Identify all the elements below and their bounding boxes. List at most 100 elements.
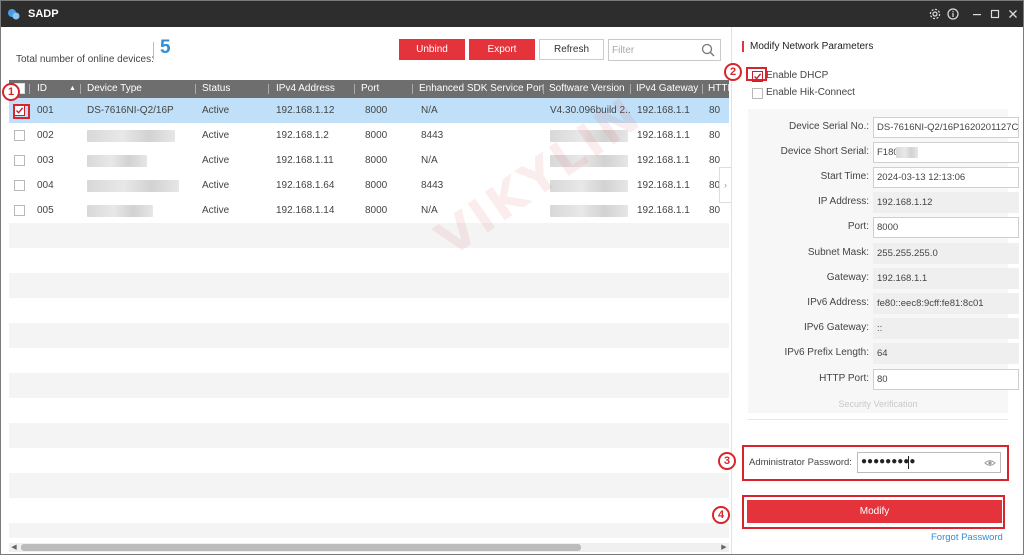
device-table-header: ID ▲ Device Type Status IPv4 Address Por… bbox=[9, 80, 729, 98]
header-separator bbox=[702, 84, 703, 94]
row-checkbox[interactable] bbox=[14, 130, 25, 141]
header-separator bbox=[412, 84, 413, 94]
col-header-ipv4-gateway[interactable]: IPv4 Gateway bbox=[636, 80, 702, 98]
redacted-device-type bbox=[87, 205, 153, 217]
modify-button[interactable]: Modify bbox=[747, 500, 1002, 523]
table-row[interactable]: 004 Active 192.168.1.64 8000 8443 192.16… bbox=[9, 173, 729, 198]
col-header-http[interactable]: HTTP bbox=[708, 80, 729, 98]
empty-row bbox=[9, 373, 729, 398]
export-devices-button[interactable]: Export Devic... bbox=[469, 39, 535, 74]
minimize-icon[interactable] bbox=[969, 6, 985, 22]
header-separator bbox=[630, 84, 631, 94]
title-bar: SADP bbox=[1, 1, 1023, 27]
header-separator bbox=[268, 84, 269, 94]
enable-dhcp-checkbox[interactable] bbox=[752, 71, 763, 82]
close-icon[interactable] bbox=[1005, 6, 1021, 22]
col-header-port[interactable]: Port bbox=[361, 80, 411, 98]
search-icon[interactable] bbox=[701, 43, 715, 57]
collapse-panel-chevron-icon[interactable]: › bbox=[719, 167, 731, 203]
row-checkbox[interactable] bbox=[14, 105, 25, 116]
row-checkbox[interactable] bbox=[14, 155, 25, 166]
cell-id: 004 bbox=[37, 180, 54, 191]
field-label: Device Short Serial: bbox=[780, 146, 869, 157]
info-icon[interactable] bbox=[945, 6, 961, 22]
empty-row bbox=[9, 523, 729, 538]
scrollbar-thumb[interactable] bbox=[21, 544, 581, 551]
enable-hik-connect-label: Enable Hik-Connect bbox=[766, 87, 855, 98]
admin-password-input[interactable]: ●●●●●●●●● bbox=[857, 452, 1001, 473]
unbind-button[interactable]: Unbind bbox=[399, 39, 465, 60]
cell-id: 005 bbox=[37, 205, 54, 216]
app-title: SADP bbox=[28, 8, 59, 20]
device-list-panel: Total number of online devices: 5 Unbind… bbox=[1, 27, 729, 554]
sadp-window: SADP Total number of online devices: 5 U… bbox=[0, 0, 1024, 555]
forgot-password-link[interactable]: Forgot Password bbox=[931, 532, 1003, 543]
cell-gateway: 192.168.1.1 bbox=[637, 180, 690, 191]
col-header-ipv4-address[interactable]: IPv4 Address bbox=[276, 80, 356, 98]
cell-http: 80 bbox=[709, 105, 721, 116]
empty-row bbox=[9, 348, 729, 373]
maximize-icon[interactable] bbox=[987, 6, 1003, 22]
filter-box bbox=[608, 39, 721, 61]
empty-row bbox=[9, 398, 729, 423]
cell-sdk-port: 8443 bbox=[421, 180, 444, 191]
enable-dhcp-label: Enable DHCP bbox=[766, 70, 829, 81]
row-checkbox[interactable] bbox=[14, 205, 25, 216]
cell-port: 8000 bbox=[365, 155, 388, 166]
empty-row bbox=[9, 448, 729, 473]
cell-id: 003 bbox=[37, 155, 54, 166]
sort-asc-icon[interactable]: ▲ bbox=[69, 80, 79, 98]
field-label: HTTP Port: bbox=[819, 373, 869, 384]
col-header-software-version[interactable]: Software Version bbox=[549, 80, 632, 98]
cell-port: 8000 bbox=[365, 105, 388, 116]
empty-row bbox=[9, 498, 729, 523]
cell-port: 8000 bbox=[365, 130, 388, 141]
cell-status: Active bbox=[202, 155, 230, 166]
empty-row bbox=[9, 323, 729, 348]
empty-row bbox=[9, 223, 729, 248]
redacted-device-type bbox=[87, 180, 179, 192]
cell-software-version: V4.30.096build 2... bbox=[550, 105, 630, 116]
col-header-status[interactable]: Status bbox=[202, 80, 267, 98]
ipv6-address-field: fe80::eec8:9cff:fe81:8c01 bbox=[873, 293, 1019, 314]
device-short-serial-field[interactable]: F180 bbox=[873, 142, 1019, 163]
redacted-short-serial bbox=[896, 147, 918, 158]
field-label: IPv6 Prefix Length: bbox=[784, 347, 870, 358]
refresh-button[interactable]: Refresh bbox=[539, 39, 604, 60]
col-header-sdk-port[interactable]: Enhanced SDK Service Port bbox=[419, 80, 544, 98]
table-row[interactable]: 005 Active 192.168.1.14 8000 N/A 192.168… bbox=[9, 198, 729, 223]
modify-network-panel: Modify Network Parameters Enable DHCP En… bbox=[731, 27, 1023, 554]
filter-input[interactable] bbox=[612, 42, 697, 58]
table-row[interactable]: 003 Active 192.168.1.11 8000 N/A 192.168… bbox=[9, 148, 729, 173]
cell-status: Active bbox=[202, 105, 230, 116]
horizontal-scrollbar[interactable]: ◀ ▶ bbox=[9, 543, 729, 552]
cell-ipv4: 192.168.1.14 bbox=[276, 205, 335, 216]
field-label: IPv6 Address: bbox=[807, 297, 869, 308]
text-caret bbox=[908, 456, 909, 469]
scroll-left-arrow-icon[interactable]: ◀ bbox=[9, 543, 19, 552]
step-4-badge: 4 bbox=[712, 506, 730, 524]
device-serial-field[interactable]: DS-7616NI-Q2/16P1620201127CC bbox=[873, 117, 1019, 138]
online-devices-count: 5 bbox=[160, 37, 171, 58]
cell-status: Active bbox=[202, 130, 230, 141]
cell-sdk-port: 8443 bbox=[421, 130, 444, 141]
settings-gear-icon[interactable] bbox=[927, 6, 943, 22]
show-password-eye-icon[interactable] bbox=[984, 457, 996, 469]
online-devices-label: Total number of online devices: bbox=[16, 54, 154, 65]
cell-http: 80 bbox=[709, 130, 721, 141]
table-row[interactable]: 002 Active 192.168.1.2 8000 8443 192.168… bbox=[9, 123, 729, 148]
row-checkbox[interactable] bbox=[14, 180, 25, 191]
http-port-field[interactable]: 80 bbox=[873, 369, 1019, 390]
step-2-badge: 2 bbox=[724, 63, 742, 81]
cell-gateway: 192.168.1.1 bbox=[637, 105, 690, 116]
port-field[interactable]: 8000 bbox=[873, 217, 1019, 238]
start-time-field[interactable]: 2024-03-13 12:13:06 bbox=[873, 167, 1019, 188]
header-separator bbox=[80, 84, 81, 94]
enable-hik-connect-checkbox[interactable] bbox=[752, 88, 763, 99]
table-row[interactable]: 001 DS-7616NI-Q2/16P Active 192.168.1.12… bbox=[9, 98, 729, 123]
sadp-logo-icon bbox=[8, 9, 20, 20]
redacted-software-version bbox=[550, 130, 628, 142]
field-label: Device Serial No.: bbox=[788, 121, 869, 132]
col-header-device-type[interactable]: Device Type bbox=[87, 80, 192, 98]
scroll-right-arrow-icon[interactable]: ▶ bbox=[719, 543, 729, 552]
